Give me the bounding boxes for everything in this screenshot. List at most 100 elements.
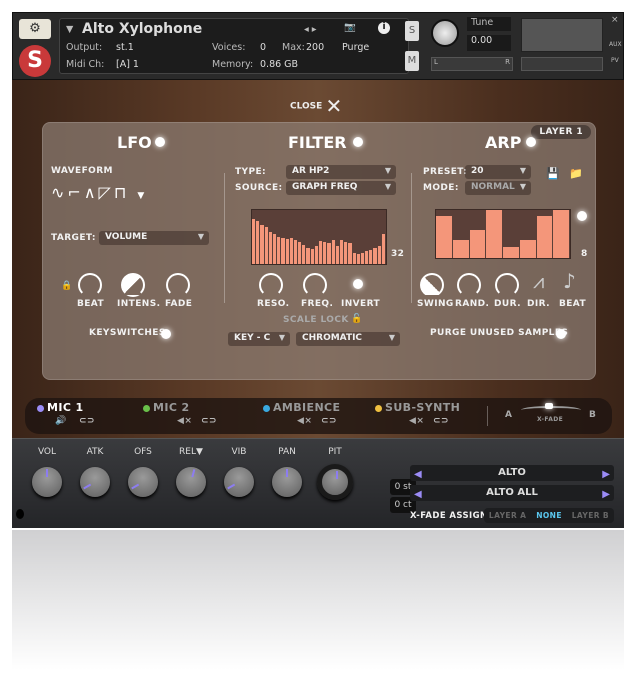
dropdown-icon[interactable]: ▼ [66, 24, 73, 35]
pan-slider[interactable]: L R [431, 57, 513, 71]
keyswitches-toggle[interactable] [161, 329, 171, 339]
link-icon[interactable]: ⊂⊃ [433, 416, 449, 426]
info-icon[interactable]: i [378, 22, 390, 34]
folder-icon[interactable]: 📁 [569, 167, 583, 180]
patch-select[interactable]: ◀ ALTO ALL ▶ [410, 485, 614, 501]
waveform-dropdown-icon[interactable]: ▼ [137, 191, 147, 201]
swing-knob[interactable] [420, 273, 444, 297]
close-button[interactable]: CLOSE ✕ [290, 94, 342, 118]
output-value[interactable]: st.1 [116, 42, 134, 53]
prev-next-icon[interactable]: ◂ ▸ [304, 24, 317, 35]
instrument-title[interactable]: Alto Xylophone [82, 21, 202, 37]
pit-knob[interactable] [317, 464, 353, 500]
close-icon[interactable]: × [611, 15, 619, 25]
intensity-knob[interactable] [121, 273, 145, 297]
layer-badge[interactable]: LAYER 1 [531, 125, 591, 139]
ofs-knob[interactable] [128, 467, 158, 497]
arp-step-graph[interactable] [435, 209, 571, 259]
atk-knob[interactable] [80, 467, 110, 497]
unlock-icon[interactable]: 🔓 [351, 314, 363, 324]
mute-icon[interactable]: ◀× [409, 416, 424, 426]
graph-step[interactable] [436, 215, 453, 258]
mode-dropdown[interactable]: NORMAL [465, 181, 531, 195]
arp-graph-toggle[interactable] [577, 211, 587, 221]
speaker-on-icon[interactable]: 🔊 [55, 416, 67, 426]
filter-toggle[interactable] [353, 137, 363, 147]
graph-step[interactable] [486, 210, 503, 258]
lock-icon[interactable]: 🔒 [61, 281, 73, 291]
graph-step[interactable] [519, 240, 537, 258]
pan-knob[interactable] [272, 467, 302, 497]
mute-button[interactable]: M [405, 51, 419, 71]
midi-value[interactable]: [A] 1 [116, 59, 139, 70]
volume-slider[interactable] [521, 57, 603, 71]
wrench-icon[interactable]: ⚙ [19, 19, 51, 39]
lfo-toggle[interactable] [155, 137, 165, 147]
mic-channel[interactable]: SUB-SYNTH ◀× ⊂⊃ [375, 401, 485, 431]
next-arrow-icon[interactable]: ▶ [602, 467, 610, 483]
link-icon[interactable]: ⊂⊃ [201, 416, 217, 426]
pv-button[interactable]: PV [611, 57, 619, 64]
xfade-slider[interactable] [521, 403, 581, 414]
prev-arrow-icon[interactable]: ◀ [414, 487, 422, 503]
graph-step[interactable] [381, 234, 386, 264]
xfade-assign-option[interactable]: NONE [536, 511, 562, 520]
vib-knob[interactable] [224, 467, 254, 497]
random-knob[interactable] [457, 273, 481, 297]
invert-toggle[interactable] [353, 279, 363, 289]
random-wave-icon[interactable]: ⊓ [114, 183, 129, 202]
tune-label: Tune [467, 17, 511, 31]
arp-steps-count[interactable]: 8 [581, 249, 588, 259]
resonance-knob[interactable] [259, 273, 283, 297]
direction-icon[interactable]: ⩘ [533, 269, 544, 293]
aux-button[interactable]: AUX [609, 41, 622, 48]
articulation-select[interactable]: ◀ ALTO ▶ [410, 465, 614, 481]
link-icon[interactable]: ⊂⊃ [79, 416, 95, 426]
target-dropdown[interactable]: VOLUME [99, 231, 209, 245]
frequency-knob[interactable] [303, 273, 327, 297]
waveform-selector[interactable]: ∿⌐∧◸⊓ ▼ [51, 183, 147, 202]
note-icon[interactable]: ♪ [563, 269, 576, 293]
square-wave-icon[interactable]: ⌐ [67, 183, 83, 202]
save-icon[interactable]: 💾 [546, 167, 560, 180]
max-value[interactable]: 200 [306, 42, 324, 53]
tune-value[interactable]: 0.00 [467, 35, 511, 51]
mute-icon[interactable]: ◀× [177, 416, 192, 426]
graph-step[interactable] [469, 230, 487, 258]
prev-arrow-icon[interactable]: ◀ [414, 467, 422, 483]
rel-knob[interactable] [176, 467, 206, 497]
graph-step[interactable] [503, 247, 520, 258]
xfade-assign-option[interactable]: LAYER B [572, 511, 609, 520]
filter-steps-count[interactable]: 32 [391, 249, 404, 259]
graph-step[interactable] [452, 239, 470, 258]
link-icon[interactable]: ⊂⊃ [321, 416, 337, 426]
camera-icon[interactable]: 📷 [344, 22, 356, 33]
scale-dropdown[interactable]: CHROMATIC [296, 332, 400, 346]
mic-channel[interactable]: MIC 1 🔊 ⊂⊃ [37, 401, 147, 431]
filter-source-dropdown[interactable]: GRAPH FREQ [286, 181, 396, 195]
filter-step-graph[interactable] [251, 209, 387, 265]
next-arrow-icon[interactable]: ▶ [602, 487, 610, 503]
solo-button[interactable]: S [405, 21, 419, 41]
duration-knob[interactable] [495, 273, 519, 297]
triangle-wave-icon[interactable]: ∧ [84, 183, 99, 202]
fade-knob[interactable] [166, 273, 190, 297]
xfade-assign-option[interactable]: LAYER A [489, 511, 526, 520]
mic-channel[interactable]: MIC 2 ◀× ⊂⊃ [143, 401, 253, 431]
vol-knob[interactable] [32, 467, 62, 497]
purge-menu[interactable]: Purge [342, 42, 369, 53]
arp-toggle[interactable] [526, 137, 536, 147]
mic-channel[interactable]: AMBIENCE ◀× ⊂⊃ [263, 401, 373, 431]
saw-wave-icon[interactable]: ◸ [99, 183, 114, 202]
preset-dropdown[interactable]: 20 [465, 165, 531, 179]
resize-handle[interactable] [16, 509, 24, 519]
sine-wave-icon[interactable]: ∿ [51, 183, 67, 202]
graph-step[interactable] [553, 210, 570, 258]
graph-step[interactable] [536, 215, 554, 258]
beat-knob[interactable] [78, 273, 102, 297]
purge-unused-toggle[interactable] [556, 329, 566, 339]
mute-icon[interactable]: ◀× [297, 416, 312, 426]
tune-knob[interactable] [431, 19, 459, 47]
filter-type-dropdown[interactable]: AR HP2 [286, 165, 396, 179]
key-dropdown[interactable]: KEY - C [228, 332, 290, 346]
